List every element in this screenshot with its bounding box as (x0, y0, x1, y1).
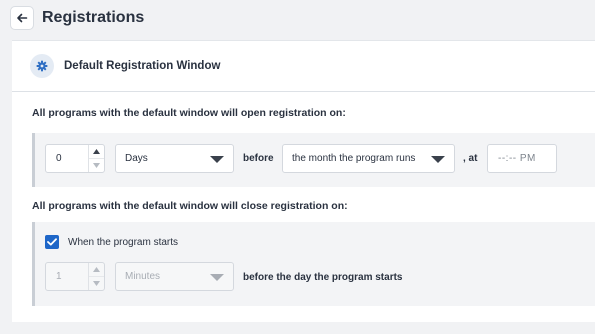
close-suffix-text: before the day the program starts (243, 272, 403, 283)
open-section-label: All programs with the default window wil… (32, 107, 346, 119)
open-time-input[interactable]: --:-- PM (487, 144, 557, 173)
back-button[interactable] (10, 6, 34, 30)
stepper-buttons (88, 263, 104, 290)
open-unit-select[interactable]: Days (115, 144, 234, 173)
decrement-button[interactable] (89, 277, 104, 290)
default-registration-window-card: Default Registration Window All programs… (12, 40, 595, 322)
divider (12, 91, 595, 92)
checkmark-icon (47, 238, 57, 246)
open-quantity-value: 0 (56, 153, 62, 164)
open-panel: 0 Days before the month the program runs… (32, 133, 595, 187)
decrement-button[interactable] (89, 159, 104, 172)
chevron-down-icon (93, 281, 100, 286)
chevron-up-icon (93, 149, 100, 154)
close-unit-select[interactable]: Minutes (115, 262, 234, 291)
chevron-up-icon (93, 267, 100, 272)
page-title: Registrations (42, 9, 145, 26)
page-header: Registrations (10, 6, 144, 30)
arrow-left-icon (17, 13, 28, 23)
before-text: before (243, 153, 274, 164)
close-quantity-stepper[interactable]: 1 (45, 262, 105, 291)
caret-down-icon (210, 156, 224, 163)
open-reference-value: the month the program runs (292, 153, 416, 164)
increment-button[interactable] (89, 145, 104, 159)
card-title: Default Registration Window (64, 60, 221, 72)
open-time-value: --:-- PM (498, 153, 536, 164)
gear-icon (30, 54, 54, 78)
increment-button[interactable] (89, 263, 104, 277)
program-start-checkbox[interactable] (45, 235, 59, 249)
program-start-checkbox-label: When the program starts (68, 237, 179, 248)
caret-down-icon (210, 274, 224, 281)
chevron-down-icon (93, 163, 100, 168)
caret-down-icon (431, 156, 445, 163)
close-section-label: All programs with the default window wil… (32, 200, 348, 212)
close-panel: When the program starts 1 Minutes before… (32, 222, 595, 306)
open-reference-select[interactable]: the month the program runs (282, 144, 455, 173)
stepper-buttons (88, 145, 104, 172)
open-quantity-stepper[interactable]: 0 (45, 144, 105, 173)
close-unit-value: Minutes (125, 271, 161, 282)
open-unit-value: Days (125, 153, 148, 164)
close-quantity-value: 1 (56, 271, 62, 282)
at-text: , at (463, 153, 478, 164)
card-header: Default Registration Window (30, 54, 220, 78)
